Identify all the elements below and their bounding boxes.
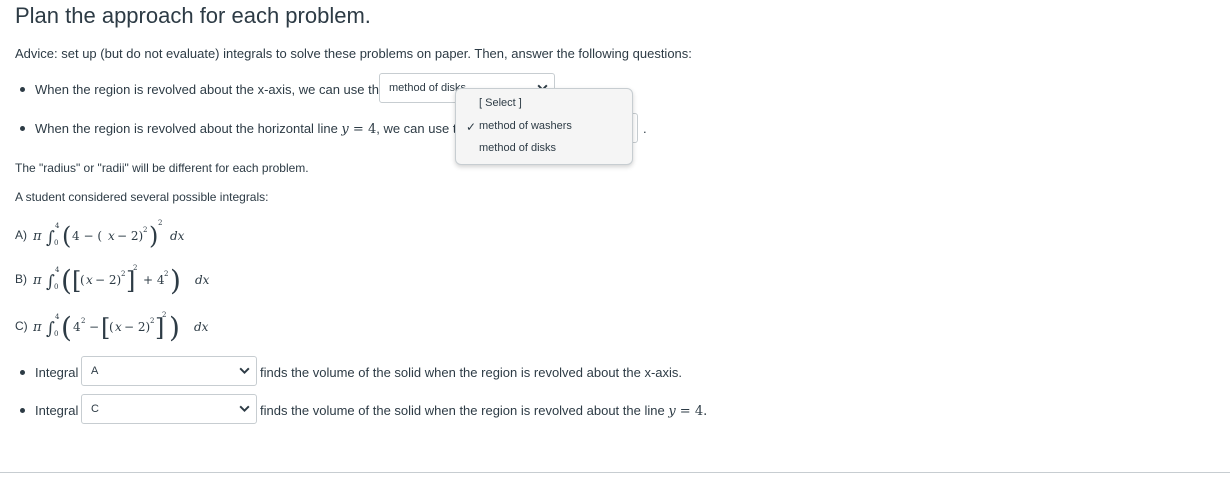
q2-line-eq: = 4: [348, 122, 377, 137]
chevron-down-icon: [239, 367, 250, 375]
svg-text:): ): [170, 264, 181, 297]
answer2-suffix-text: finds the volume of the solid when the r…: [260, 403, 669, 418]
q2-prefix: When the region is revolved about the ho…: [35, 121, 342, 136]
dropdown-option-select[interactable]: [ Select ]: [479, 97, 522, 109]
svg-text:(: (: [61, 311, 72, 344]
svg-text:− 2): − 2): [95, 273, 121, 287]
integral-b-label: B): [15, 272, 27, 286]
svg-text:π: π: [33, 273, 42, 288]
svg-text:4: 4: [73, 320, 81, 334]
q2-mid: , we can use th: [376, 121, 464, 136]
svg-text:− 2): − 2): [124, 320, 150, 334]
svg-text:dx: dx: [170, 229, 185, 243]
svg-text:dx: dx: [195, 273, 210, 287]
answer2-prefix: Integral: [35, 403, 79, 418]
svg-text:0: 0: [54, 330, 58, 338]
svg-text:2: 2: [81, 317, 85, 325]
svg-text:0: 0: [54, 239, 58, 247]
answer2-line-eq: = 4.: [675, 404, 708, 419]
integrals-intro: A student considered several possible in…: [15, 190, 269, 204]
svg-text:2: 2: [164, 270, 168, 278]
integral-a-label: A): [15, 228, 27, 242]
svg-text:dx: dx: [194, 320, 209, 334]
svg-text:x: x: [108, 229, 115, 243]
checkmark-icon: ✓: [466, 120, 477, 134]
svg-text:(: (: [61, 264, 72, 297]
svg-text:2: 2: [150, 317, 154, 325]
method-dropdown-menu: [ Select ] ✓ method of washers method of…: [455, 88, 633, 165]
svg-text:4: 4: [55, 222, 60, 230]
svg-text:π: π: [33, 229, 42, 244]
answer2-suffix: finds the volume of the solid when the r…: [260, 403, 707, 419]
radius-note: The "radius" or "radii" will be differen…: [15, 161, 309, 175]
answer1-suffix: finds the volume of the solid when the r…: [260, 365, 683, 380]
answer1-selected-value: A: [91, 365, 99, 377]
bullet-dot: [20, 408, 25, 413]
answer2-selected-value: C: [91, 403, 99, 415]
q2-text: When the region is revolved about the ho…: [35, 121, 464, 137]
svg-text:): ): [149, 222, 158, 250]
svg-text:+ 4: + 4: [143, 273, 165, 287]
svg-text:): ): [169, 311, 180, 344]
bullet-dot: [20, 126, 25, 131]
svg-text:(: (: [109, 320, 114, 334]
svg-text:−: −: [89, 320, 99, 334]
svg-text:2: 2: [158, 219, 162, 227]
advice-text: Advice: set up (but do not evaluate) int…: [15, 46, 692, 61]
svg-text:2: 2: [121, 270, 125, 278]
svg-text:(: (: [62, 222, 71, 250]
svg-text:4 − (: 4 − (: [72, 229, 102, 243]
svg-text:2: 2: [133, 264, 137, 272]
answer1-integral-select[interactable]: A: [81, 356, 257, 386]
dropdown-option-washers[interactable]: method of washers: [479, 120, 572, 132]
svg-text:x: x: [86, 273, 93, 287]
svg-text:− 2): − 2): [117, 229, 143, 243]
svg-text:4: 4: [55, 266, 60, 274]
integral-a-formula: π ∫ 4 0 ( 4 − ( x − 2) 2 ) 2 dx: [33, 219, 185, 250]
svg-text:0: 0: [54, 283, 58, 291]
answer2-integral-select[interactable]: C: [81, 394, 257, 424]
bullet-dot: [20, 87, 25, 92]
svg-text:2: 2: [143, 226, 147, 234]
answer2-line-var: y: [668, 404, 676, 419]
q1-prefix: When the region is revolved about the x-…: [35, 82, 387, 97]
svg-text:(: (: [80, 273, 85, 287]
svg-text:x: x: [115, 320, 122, 334]
svg-text:2: 2: [162, 311, 166, 319]
bottom-divider: [0, 472, 1230, 473]
page-title: Plan the approach for each problem.: [15, 3, 371, 28]
svg-text:4: 4: [55, 313, 60, 321]
chevron-down-icon: [239, 405, 250, 413]
svg-text:π: π: [33, 320, 42, 335]
integral-b-formula: π ∫ 4 0 ( [ ( x − 2) 2 ] 2 + 4 2 ) dx: [33, 264, 210, 297]
integral-c-formula: π ∫ 4 0 ( 4 2 − [ ( x − 2) 2 ] 2 ) dx: [33, 311, 209, 344]
dropdown-option-disks[interactable]: method of disks: [479, 142, 556, 154]
q2-suffix: .: [643, 121, 647, 136]
answer1-prefix: Integral: [35, 365, 79, 380]
bullet-dot: [20, 370, 25, 375]
integral-c-label: C): [15, 319, 28, 333]
q2-line-var: y: [341, 122, 349, 137]
